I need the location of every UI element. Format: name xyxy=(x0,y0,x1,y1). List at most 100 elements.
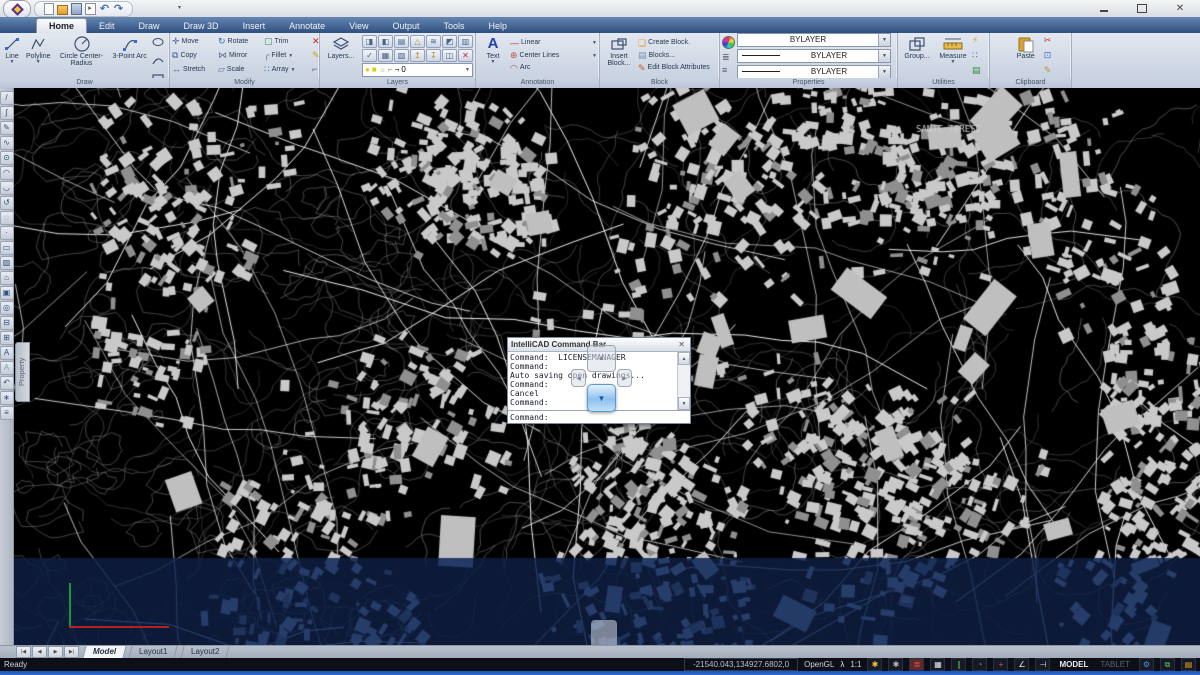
insert-block-button[interactable]: Insert Block... xyxy=(602,34,636,77)
blocks-button[interactable]: ▤Blocks... xyxy=(638,50,717,62)
layer-tool-icon[interactable]: ▤ xyxy=(394,35,409,48)
etrack-toggle-icon[interactable]: ✱ xyxy=(888,658,903,671)
tab-help[interactable]: Help xyxy=(477,19,520,33)
chevron-down-icon[interactable]: ▼ xyxy=(878,66,890,78)
region-tool-icon[interactable]: ▣ xyxy=(0,286,14,300)
isometric-toggle-icon[interactable]: ∥ xyxy=(951,658,966,671)
explode-icon[interactable]: ⌐ xyxy=(312,65,319,74)
create-block-button[interactable]: ❏Create Block. xyxy=(638,37,717,49)
point-tool-icon[interactable]: · xyxy=(0,226,14,240)
ellipse-tool-icon[interactable]: ◌ xyxy=(0,211,14,225)
fillet-button[interactable]: ╭Fillet▼ xyxy=(264,49,310,63)
restore-button[interactable] xyxy=(1130,2,1154,15)
layer-tool-icon[interactable]: ▦ xyxy=(378,49,393,62)
tab-layout1[interactable]: Layout1 xyxy=(129,646,178,658)
ellipse-tool-icon[interactable] xyxy=(151,35,165,53)
linetype-icon[interactable]: ≡ xyxy=(722,66,735,75)
layer-tool-icon[interactable]: ◩ xyxy=(442,35,457,48)
arc-tool-icon[interactable]: ◠ xyxy=(0,166,14,180)
sketch-tool-icon[interactable]: ✎ xyxy=(0,121,14,135)
text-tool-icon[interactable]: A xyxy=(0,346,14,360)
erase-icon[interactable]: ✕ xyxy=(312,37,319,46)
stretch-button[interactable]: ↔Stretch xyxy=(172,63,218,77)
color-wheel-icon[interactable] xyxy=(722,36,735,49)
save-icon[interactable] xyxy=(71,4,82,15)
layer-tool-icon[interactable]: ◨ xyxy=(362,35,377,48)
revcloud-tool-icon[interactable]: ↺ xyxy=(0,196,14,210)
mirror-button[interactable]: ⋈Mirror xyxy=(218,49,264,63)
polygon-tool-icon[interactable]: ⌂ xyxy=(0,271,14,285)
tab-edit[interactable]: Edit xyxy=(87,19,127,33)
notification-icon[interactable]: ▤ xyxy=(1181,658,1196,671)
redo-icon[interactable]: ↷ xyxy=(113,4,124,15)
plot-icon[interactable] xyxy=(85,4,96,15)
tab-insert[interactable]: Insert xyxy=(231,19,278,33)
layer-delete-icon[interactable]: ✕ xyxy=(458,49,473,62)
cut-icon[interactable]: ✂ xyxy=(1044,36,1052,45)
trim-button[interactable]: ▢Trim xyxy=(264,35,310,49)
pan-right-button[interactable]: ▶ xyxy=(617,369,632,387)
layer-tool-icon[interactable]: ↧ xyxy=(426,49,441,62)
scale-display[interactable]: 1:1 xyxy=(850,660,861,669)
pan-left-button[interactable]: ◀ xyxy=(571,369,586,387)
polyline-button[interactable]: Polyline ▼ xyxy=(24,34,53,77)
center-lines-button[interactable]: ⊕Center Lines▼ xyxy=(510,50,597,62)
move-button[interactable]: ✛Move xyxy=(172,35,218,49)
tab-tools[interactable]: Tools xyxy=(432,19,477,33)
minimize-button[interactable] xyxy=(1092,2,1116,15)
tab-home[interactable]: Home xyxy=(36,18,87,33)
linetype-combo[interactable]: BYLAYER ▼ xyxy=(737,65,891,79)
lineweight-combo[interactable]: BYLAYER ▼ xyxy=(737,49,891,63)
hatch-tool-icon[interactable]: ▨ xyxy=(0,256,14,270)
polar-toggle-icon[interactable]: ◔ xyxy=(972,658,987,671)
pan-down-button[interactable]: ▼ xyxy=(587,384,616,412)
tab-draw3d[interactable]: Draw 3D xyxy=(172,19,231,33)
settings-gear-icon[interactable]: ⚙ xyxy=(1139,658,1154,671)
undo-icon[interactable]: ↶ xyxy=(99,4,110,15)
new-file-icon[interactable] xyxy=(43,4,54,15)
calculator-icon[interactable]: ∷ xyxy=(972,51,981,60)
close-button[interactable]: ✕ xyxy=(1168,2,1192,15)
copy-clipboard-icon[interactable]: ⊡ xyxy=(1044,51,1052,60)
circle-center-radius-button[interactable]: Circle Center-Radius xyxy=(55,34,109,77)
table-tool-icon[interactable]: ⊞ xyxy=(0,331,14,345)
arc2-tool-icon[interactable]: ◡ xyxy=(0,181,14,195)
ortho-toggle-icon[interactable]: ∠ xyxy=(1014,658,1029,671)
layer-tool-icon[interactable]: ▥ xyxy=(458,35,473,48)
cascade-windows-icon[interactable]: ⧉ xyxy=(1160,658,1175,671)
insert-tool-icon[interactable]: ⊟ xyxy=(0,316,14,330)
measure-button[interactable]: Measure ▼ xyxy=(936,34,970,77)
edit-icon[interactable]: ✎ xyxy=(312,51,319,60)
donut-tool-icon[interactable]: ◎ xyxy=(0,301,14,315)
arc-dimension-button[interactable]: ◠Arc xyxy=(510,62,597,74)
pan-up-button[interactable]: ▲ xyxy=(587,345,616,372)
circle-tool-icon[interactable]: ⊙ xyxy=(0,151,14,165)
snap-toggle-icon[interactable]: ⊣ xyxy=(1035,658,1050,671)
prev-tab-button[interactable]: ◀ xyxy=(32,646,47,658)
rectangle-tool-icon[interactable] xyxy=(151,71,165,78)
tab-annotate[interactable]: Annotate xyxy=(277,19,337,33)
tab-layout2[interactable]: Layout2 xyxy=(180,646,229,658)
layer-tool-icon[interactable]: ◫ xyxy=(442,49,457,62)
format-painter-icon[interactable]: ✎ xyxy=(1044,66,1052,75)
tab-output[interactable]: Output xyxy=(380,19,431,33)
layer-tool-icon[interactable]: ◧ xyxy=(378,35,393,48)
grid-toggle-icon[interactable]: ▦ xyxy=(930,658,945,671)
three-point-arc-button[interactable]: 3-Point Arc xyxy=(111,34,149,77)
open-file-icon[interactable] xyxy=(57,4,68,15)
spline-tool-icon[interactable]: ∿ xyxy=(0,136,14,150)
line-tool-icon[interactable]: / xyxy=(0,91,14,105)
layer-select-combo[interactable]: ● ■ ☼ ⌐ ¬ 0 ▼ xyxy=(362,63,473,77)
arc-tool-icon[interactable] xyxy=(151,53,165,71)
close-icon[interactable]: ✕ xyxy=(676,340,687,349)
chevron-down-icon[interactable]: ▼ xyxy=(878,50,890,62)
linear-dimension-button[interactable]: —Linear▼ xyxy=(510,37,597,49)
rotate-button[interactable]: ↻Rotate xyxy=(218,35,264,49)
scroll-up-icon[interactable]: ▲ xyxy=(678,352,690,365)
mtext-tool-icon[interactable]: A xyxy=(0,361,14,375)
group-button[interactable]: Group... xyxy=(900,34,934,77)
layer-tool-icon[interactable]: ▧ xyxy=(394,49,409,62)
last-tab-button[interactable]: ▶| xyxy=(64,646,79,658)
color-combo[interactable]: BYLAYER ▼ xyxy=(737,33,891,47)
copy-button[interactable]: ⧉Copy xyxy=(172,49,218,63)
